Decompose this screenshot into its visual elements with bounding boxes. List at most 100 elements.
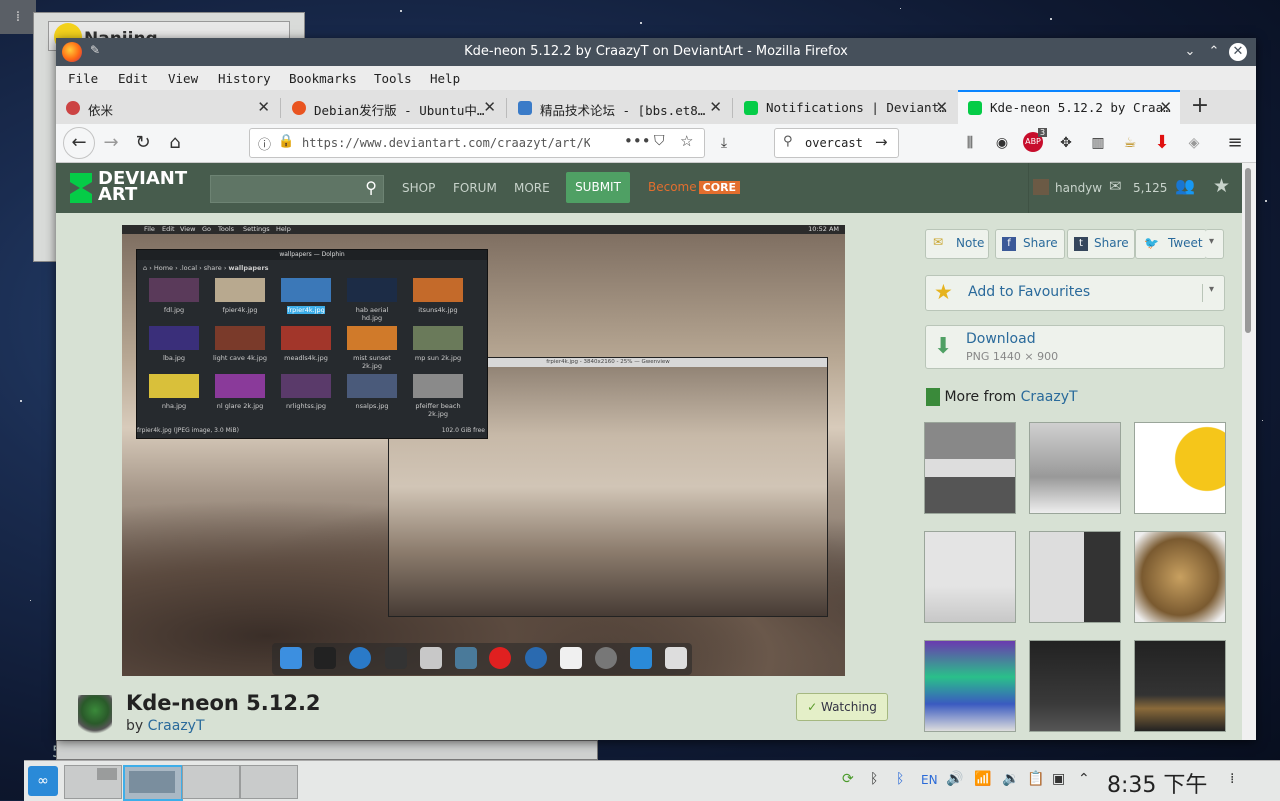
author-link[interactable]: CraazyT [148,718,205,734]
menu-help[interactable]: Help [430,71,460,86]
nav-shop[interactable]: SHOP [402,181,435,195]
volume-icon[interactable]: 🔊 [946,771,963,787]
deviation-image[interactable]: File Edit View Go Tools Settings Help 10… [122,225,845,676]
nav-forum[interactable]: FORUM [453,181,497,195]
sidebar-icon[interactable]: ▥ [1087,132,1109,154]
panel-options-icon[interactable]: ⁞ [1230,771,1234,787]
page-scrollbar[interactable] [1242,163,1256,740]
search-icon[interactable]: ⚲ [365,178,377,197]
move-extension-icon[interactable]: ✥ [1055,132,1077,154]
deviantart-wordmark[interactable]: DEVIANT ART [98,170,218,207]
bookmark-star-icon[interactable]: ☆ [680,132,693,150]
tab-yimi[interactable]: 依米 ✕ [56,92,278,124]
info-icon[interactable]: ⓘ [258,134,271,153]
tray-expand-chevron-up-icon[interactable]: ⌃ [1078,771,1090,787]
clipboard-icon[interactable]: 📋 [1027,771,1044,787]
more-from-author-link[interactable]: CraazyT [1021,389,1078,405]
tumblr-share-button[interactable]: t Share [1067,229,1135,259]
extension-cup-icon[interactable]: ☕ [1119,132,1141,154]
close-tab-icon[interactable]: ✕ [935,98,948,116]
reload-button[interactable]: ↻ [130,130,156,156]
close-tab-icon[interactable]: ✕ [257,98,270,116]
desktop-pager-3[interactable] [182,765,240,799]
add-to-favourites-button[interactable]: ★ Add to Favourites ▾ [925,275,1225,311]
bluetooth-icon[interactable]: ᛒ [870,771,878,787]
speaker-icon[interactable]: 🔉 [1002,771,1019,787]
submit-button[interactable]: SUBMIT [566,172,630,203]
more-thumb-4[interactable] [924,531,1016,623]
page-actions-icon[interactable]: ••• [624,132,651,150]
new-tab-button[interactable]: + [1188,94,1212,118]
deviantart-search-input[interactable]: ⚲ [210,175,384,203]
extension-red-arrow-icon[interactable]: ⬇ [1151,132,1173,154]
menu-tools[interactable]: Tools [374,71,412,86]
more-thumb-7[interactable] [924,640,1016,732]
notification-count[interactable]: 5,125 [1133,181,1167,195]
search-input[interactable]: overcast [805,136,863,150]
chevron-down-icon[interactable]: ▾ [1202,284,1214,302]
back-button[interactable]: ← [63,127,95,159]
extension-glasses-icon[interactable]: ◉ [991,132,1013,154]
menu-history[interactable]: History [218,71,271,86]
keyboard-layout[interactable]: EN [921,773,938,787]
deviantart-logo-icon[interactable] [70,173,92,203]
tab-debian[interactable]: Debian发行版 - Ubuntu中… ✕ [282,92,504,124]
tweet-button[interactable]: 🐦 Tweet [1135,229,1207,259]
become-core-link[interactable]: Become CORE [648,180,741,194]
network-icon[interactable]: 📶 [974,771,991,787]
menu-view[interactable]: View [168,71,198,86]
username[interactable]: handyw [1055,181,1102,195]
display-icon[interactable]: ▣ [1052,771,1065,787]
library-icon[interactable]: ⫼ [959,132,981,154]
close-tab-icon[interactable]: ✕ [483,98,496,116]
pocket-icon[interactable]: ⛉ [654,133,665,149]
more-thumb-1[interactable] [924,422,1016,514]
search-go-icon[interactable]: → [875,133,888,151]
note-button[interactable]: ✉ Note [925,229,989,259]
maximize-chevron-up-icon[interactable]: ⌃ [1204,42,1224,62]
more-thumb-8[interactable] [1029,640,1121,732]
download-icon[interactable]: ⤓ [713,132,735,154]
url-text[interactable]: https://www.deviantart.com/craazyt/art/K… [302,136,590,150]
minimize-chevron-down-icon[interactable]: ⌄ [1180,42,1200,62]
bluetooth-blue-icon[interactable]: ᛒ [896,771,904,787]
taskbar-clock[interactable]: 8:35 下午 [1107,767,1207,799]
desktop-pager-2[interactable] [123,765,183,801]
facebook-share-button[interactable]: f Share [995,229,1065,259]
updates-icon[interactable]: ⟳ [842,771,854,787]
close-window-button[interactable]: ✕ [1229,43,1247,61]
more-thumb-3[interactable] [1134,422,1226,514]
menu-file[interactable]: File [68,71,98,86]
home-button[interactable]: ⌂ [162,130,188,156]
desktop-panel-handle[interactable]: ⁞ [0,0,36,34]
download-button[interactable]: ⬇ Download PNG 1440 × 900 [925,325,1225,369]
menu-bookmarks[interactable]: Bookmarks [289,71,357,86]
watching-button[interactable]: ✓ Watching [796,693,888,721]
close-tab-icon[interactable]: ✕ [1159,98,1172,116]
more-thumb-2[interactable] [1029,422,1121,514]
app-launcher-icon[interactable]: ∞ [28,766,58,796]
hamburger-menu-icon[interactable]: ≡ [1224,132,1246,154]
mail-icon[interactable]: ✉ [1109,177,1122,195]
desktop-pager-4[interactable] [240,765,298,799]
search-box[interactable]: ⚲ overcast → [774,128,899,158]
more-thumb-5[interactable] [1029,531,1121,623]
tab-et8[interactable]: 精品技术论坛 - [bbs.et8… ✕ [508,92,730,124]
forward-button[interactable]: → [98,130,124,156]
more-thumb-6[interactable] [1134,531,1226,623]
favourites-star-icon[interactable]: ★ [1213,175,1230,197]
tab-notifications[interactable]: Notifications | Deviant… ✕ [734,92,956,124]
extension-target-icon[interactable]: ◈ [1183,132,1205,154]
watchers-icon[interactable]: 👥 [1175,176,1195,195]
share-more-dropdown[interactable]: ▾ [1205,229,1224,259]
avatar[interactable] [1033,179,1049,195]
close-tab-icon[interactable]: ✕ [709,98,722,116]
author-avatar[interactable] [78,695,112,739]
desktop-pager-1[interactable] [64,765,122,799]
tab-kde-neon[interactable]: Kde-neon 5.12.2 by Craa… ✕ [958,90,1180,126]
url-bar[interactable]: ⓘ 🔒 https://www.deviantart.com/craazyt/a… [249,128,705,158]
scrollbar-thumb[interactable] [1245,168,1251,333]
more-thumb-9[interactable] [1134,640,1226,732]
nav-more[interactable]: MORE [514,181,550,195]
menu-edit[interactable]: Edit [118,71,148,86]
